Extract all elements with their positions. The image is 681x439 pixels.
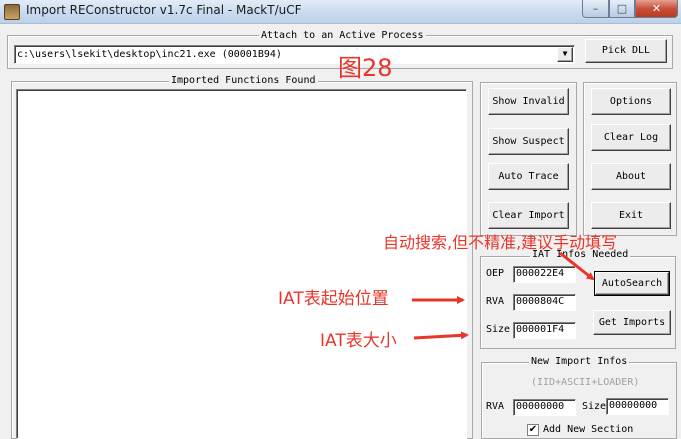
autosearch-arrow — [559, 251, 595, 281]
annotation-arrows — [412, 251, 595, 340]
iat-size-arrow — [413, 331, 469, 340]
